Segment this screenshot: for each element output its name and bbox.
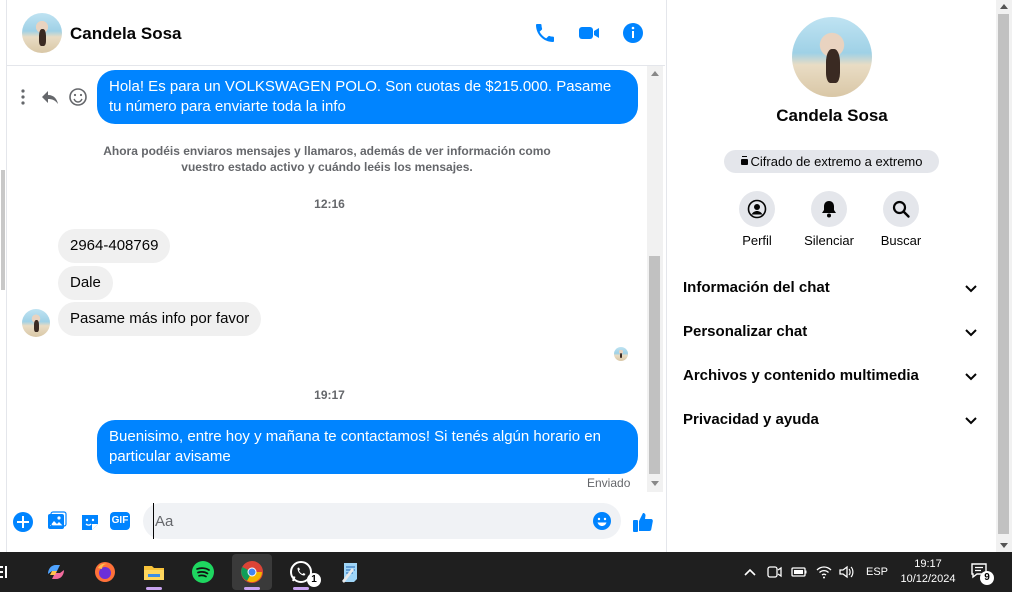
profile-button[interactable]: Perfil [722,191,792,248]
section-chat-info[interactable]: Información del chat [667,268,997,308]
chevron-down-icon [965,417,977,425]
notes-app[interactable] [330,554,370,590]
whatsapp-badge: 1 [307,573,321,587]
chat-header: Candela Sosa [7,0,665,66]
volume-icon[interactable] [838,564,854,580]
left-edge [0,0,7,552]
section-media-files[interactable]: Archivos y contenido multimedia [667,356,997,396]
spotify-icon [192,561,214,583]
encryption-badge[interactable]: Cifrado de extremo a extremo [724,150,939,173]
battery-icon[interactable] [791,564,807,580]
contact-avatar[interactable] [22,13,62,53]
read-receipt-avatar [614,347,628,361]
info-avatar[interactable] [792,17,872,97]
more-options-icon[interactable] [13,87,33,107]
section-label: Archivos y contenido multimedia [683,367,919,384]
sticker-icon[interactable] [79,511,101,533]
mute-button[interactable]: Silenciar [794,191,864,248]
chevron-up-icon[interactable] [742,564,758,580]
section-label: Información del chat [683,279,830,296]
file-explorer-app[interactable] [134,554,174,590]
contact-name[interactable]: Candela Sosa [70,24,182,44]
chrome-app[interactable] [232,554,272,590]
photo-icon[interactable] [46,511,68,533]
section-label: Privacidad y ayuda [683,411,819,428]
chrome-icon [241,561,263,583]
outgoing-message[interactable]: Buenisimo, entre hoy y mañana te contact… [97,420,638,474]
timestamp: 19:17 [314,388,345,402]
encryption-label: Cifrado de extremo a extremo [750,154,923,169]
clock[interactable]: 19:17 10/12/2024 [896,557,960,587]
page-scrollbar[interactable] [996,0,1012,552]
notepad-icon [342,563,357,583]
incoming-message[interactable]: Dale [58,266,113,300]
section-privacy-help[interactable]: Privacidad y ayuda [667,400,997,440]
spotify-app[interactable] [183,554,223,590]
like-thumb-icon[interactable] [631,510,655,534]
copilot-app[interactable] [36,554,76,590]
profile-label: Perfil [742,233,772,248]
message-list[interactable]: Hola! Es para un VOLKSWAGEN POLO. Son cu… [7,66,652,492]
emoji-icon[interactable] [592,511,612,531]
incoming-message[interactable]: Pasame más info por favor [58,302,262,336]
sender-avatar[interactable] [22,309,50,337]
incoming-message[interactable]: 2964-408769 [58,229,171,263]
chat-panel: Candela Sosa Hola! Es para un VOLKSWAGEN… [7,0,665,552]
taskbar: 1 ESP 19:17 10/12/2024 9 [0,552,1012,592]
wifi-icon[interactable] [816,564,832,580]
language-indicator[interactable]: ESP [866,566,888,578]
widgets-icon[interactable] [0,565,14,579]
reply-icon[interactable] [40,87,60,107]
notification-badge: 9 [980,571,994,585]
info-contact-name: Candela Sosa [776,106,888,125]
chevron-down-icon [965,329,977,337]
timestamp: 12:16 [314,197,345,211]
phone-call-icon[interactable] [533,21,557,45]
section-customize-chat[interactable]: Personalizar chat [667,312,997,352]
message-input[interactable] [153,503,573,539]
outgoing-message[interactable]: Hola! Es para un VOLKSWAGEN POLO. Son cu… [97,70,638,124]
whatsapp-app[interactable]: 1 [281,554,321,590]
search-icon [892,200,910,218]
message-status: Enviado [587,476,631,490]
video-call-icon[interactable] [577,21,601,45]
chevron-down-icon [965,373,977,381]
section-label: Personalizar chat [683,323,808,340]
react-emoji-icon[interactable] [68,87,88,107]
lock-icon [740,159,748,165]
mute-label: Silenciar [804,233,854,248]
clock-time: 19:17 [914,558,942,570]
system-note: Ahora podéis enviaros mensajes y llamaro… [103,144,551,174]
bell-icon [822,201,836,218]
search-button[interactable]: Buscar [866,191,936,248]
gif-icon[interactable]: GIF [110,512,130,530]
meet-now-icon[interactable] [766,564,782,580]
clock-date: 10/12/2024 [900,573,956,585]
profile-icon [747,199,767,219]
copilot-icon [48,565,64,579]
firefox-app[interactable] [85,554,125,590]
chevron-down-icon [965,285,977,293]
composer: GIF [7,500,665,546]
chat-info-panel: Candela Sosa Cifrado de extremo a extrem… [666,0,996,552]
message-scrollbar[interactable] [647,66,663,492]
plus-icon[interactable] [12,511,34,533]
folder-icon [144,566,164,580]
message-input-wrap [143,503,621,539]
search-label: Buscar [880,233,922,248]
firefox-icon [95,562,115,582]
info-icon[interactable] [621,21,645,45]
